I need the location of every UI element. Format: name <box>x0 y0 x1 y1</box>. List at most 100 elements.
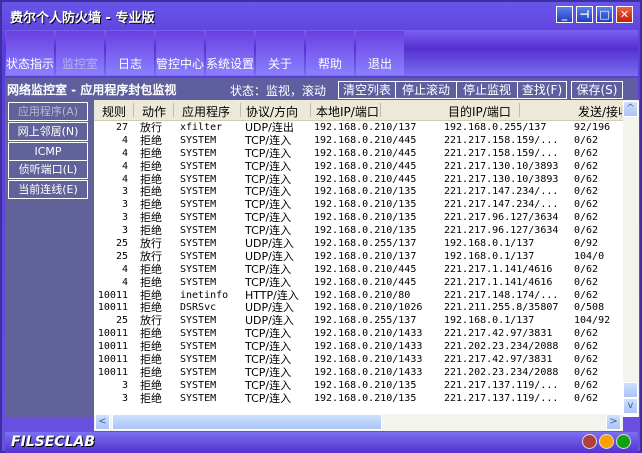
tab-7[interactable]: 退出 <box>356 31 404 75</box>
cell: 拒绝 <box>140 353 162 367</box>
scroll-down-icon[interactable]: v <box>623 398 638 414</box>
table-row[interactable]: 10011 拒绝 SYSTEM TCP/连入 192.168.0.210/1433 221… <box>94 365 623 380</box>
cell: 221.217.158.159/... <box>444 134 559 146</box>
table-row[interactable]: 25 放行 SYSTEM UDP/连入 192.168.0.210/137 192.168… <box>94 250 623 264</box>
cell: 192.168.0.210/135 <box>314 186 417 198</box>
table-row[interactable]: 10011 拒绝 SYSTEM TCP/连入 192.168.0.210/1433 221… <box>94 353 623 367</box>
left-menu-item-0[interactable]: 应用程序(A) <box>8 102 88 121</box>
column-header[interactable]: 动作 <box>142 103 166 120</box>
table-row[interactable]: 3 拒绝 SYSTEM TCP/连入 192.168.0.210/135 221.217.… <box>94 224 623 238</box>
cell: TCP/连入 <box>245 365 292 379</box>
cell: 0/62 <box>574 276 599 288</box>
cell: TCP/连入 <box>245 133 292 147</box>
cell: 221.202.23.234/2088 <box>444 341 559 353</box>
scroll-thumb[interactable] <box>623 382 638 398</box>
horizontal-scrollbar[interactable]: < > <box>94 414 623 431</box>
tab-4[interactable]: 系统设置 <box>206 31 254 75</box>
cell: UDP/连出 <box>245 122 294 134</box>
table-row[interactable]: 10011 拒绝 SYSTEM TCP/连入 192.168.0.210/1433 221… <box>94 340 623 354</box>
cell: 3 <box>121 199 128 211</box>
table-row[interactable]: 4 拒绝 SYSTEM TCP/连入 192.168.0.210/445 221.217.… <box>94 160 623 174</box>
cell: 192.168.0.210/445 <box>314 276 417 288</box>
column-header[interactable]: 发送/接收 <box>578 103 622 120</box>
column-header[interactable]: 协议/方向 <box>246 103 298 120</box>
minimize-icon[interactable]: _ <box>556 6 573 23</box>
table-row[interactable]: 4 拒绝 SYSTEM TCP/连入 192.168.0.210/445 221.217.… <box>94 133 623 148</box>
table-row[interactable]: 10011 拒绝 SYSTEM TCP/连入 192.168.0.210/1433 221… <box>94 327 623 341</box>
status-text: 状态：监视，滚动 <box>230 84 327 98</box>
cell: SYSTEM <box>180 199 217 211</box>
cell: TCP/连入 <box>245 378 292 392</box>
table-row[interactable]: 10011 拒绝 inetinfo HTTP/连入 192.168.0.210/80 22… <box>94 289 623 303</box>
column-separator[interactable] <box>173 103 174 117</box>
column-separator[interactable] <box>133 103 134 117</box>
close-icon[interactable]: ✕ <box>616 6 633 23</box>
tab-1[interactable]: 监控室 <box>56 31 104 75</box>
cell: 0/62 <box>574 134 599 146</box>
left-menu-item-2[interactable]: ICMP <box>8 142 88 161</box>
tab-2[interactable]: 日志 <box>106 31 154 75</box>
cell: SYSTEM <box>180 328 217 340</box>
maximize-icon[interactable]: □ <box>596 6 613 23</box>
cell: 拒绝 <box>140 378 162 392</box>
table-header: 规则动作应用程序协议/方向 本地IP/端口 目的IP/端口 发送/接收 <box>94 100 623 121</box>
table-row[interactable]: 3 拒绝 SYSTEM TCP/连入 192.168.0.210/135 221.217.… <box>94 392 623 406</box>
left-menu-item-3[interactable]: 侦听端口(L) <box>8 160 88 179</box>
table-row[interactable]: 4 拒绝 SYSTEM TCP/连入 192.168.0.210/445 221.217.… <box>94 147 623 161</box>
find-button[interactable]: 查找(F) <box>517 81 567 99</box>
scroll-right-icon[interactable]: > <box>606 414 621 430</box>
table-row[interactable]: 27 放行 xfilter UDP/连出 192.168.0.210/137 192.16… <box>94 122 623 135</box>
table-row[interactable]: 10011 拒绝 DSRSvc UDP/连入 192.168.0.210/1026 221… <box>94 302 623 315</box>
column-header[interactable]: 本地IP/端口 <box>316 103 379 120</box>
cell: UDP/连入 <box>245 237 294 251</box>
column-separator[interactable] <box>380 103 381 117</box>
tab-5[interactable]: 关于 <box>256 31 304 75</box>
tab-6[interactable]: 帮助 <box>306 31 354 75</box>
footer: FILSECLAB <box>5 432 638 453</box>
column-separator[interactable] <box>240 103 241 117</box>
cell: 0/62 <box>574 147 599 159</box>
cell: SYSTEM <box>180 379 217 391</box>
cell: 0/62 <box>574 366 599 378</box>
cell: 10011 <box>97 354 128 366</box>
cell: 221.217.148.174/... <box>444 289 559 301</box>
cell: 拒绝 <box>140 262 162 276</box>
column-header[interactable]: 目的IP/端口 <box>448 103 511 120</box>
table-row[interactable]: 25 放行 SYSTEM UDP/连入 192.168.0.255/137 192.168… <box>94 237 623 251</box>
table-row[interactable]: 3 拒绝 SYSTEM TCP/连入 192.168.0.210/135 221.217.… <box>94 378 623 393</box>
save-button[interactable]: 保存(S) <box>571 81 623 99</box>
column-header[interactable]: 应用程序 <box>182 103 230 120</box>
cell: SYSTEM <box>180 250 217 262</box>
cell: 221.217.96.127/3634 <box>444 212 559 224</box>
restore-icon[interactable]: ⊣ <box>576 6 593 23</box>
stop-monitor-button[interactable]: 停止监视 <box>456 81 518 99</box>
left-menu-item-1[interactable]: 网上邻居(N) <box>8 122 88 141</box>
hscroll-thumb[interactable] <box>112 414 382 430</box>
stop-scroll-button[interactable]: 停止滚动 <box>395 81 457 99</box>
clear-list-button[interactable]: 清空列表 <box>338 81 396 99</box>
cell: 拒绝 <box>140 275 162 289</box>
table-row[interactable]: 3 拒绝 SYSTEM TCP/连入 192.168.0.210/135 221.217.… <box>94 186 623 199</box>
cell: 192.168.0.210/135 <box>314 212 417 224</box>
vertical-scrollbar[interactable]: ^ v <box>623 100 639 414</box>
column-header[interactable]: 规则 <box>102 103 126 120</box>
table-row[interactable]: 4 拒绝 SYSTEM TCP/连入 192.168.0.210/445 221.217.… <box>94 262 623 277</box>
tab-0[interactable]: 状态指示 <box>6 31 54 75</box>
left-menu-item-4[interactable]: 当前连线(E) <box>8 180 88 199</box>
cell: DSRSvc <box>180 302 217 314</box>
table-row[interactable]: 3 拒绝 SYSTEM TCP/连入 192.168.0.210/135 221.217.… <box>94 198 623 212</box>
scroll-left-icon[interactable]: < <box>95 414 110 430</box>
subheader: 网络监控室 - 应用程序封包监视 状态：监视，滚动 清空列表 停止滚动 停止监视… <box>5 78 638 100</box>
table-row[interactable]: 4 拒绝 SYSTEM TCP/连入 192.168.0.210/445 221.217.… <box>94 173 623 187</box>
cell: 192.168.0.210/135 <box>314 225 417 237</box>
table-row[interactable]: 4 拒绝 SYSTEM TCP/连入 192.168.0.210/445 221.217.… <box>94 275 623 290</box>
table-row[interactable]: 25 放行 SYSTEM UDP/连入 192.168.0.255/137 192.168… <box>94 314 623 328</box>
column-separator[interactable] <box>310 103 311 117</box>
table-row[interactable]: 3 拒绝 SYSTEM TCP/连入 192.168.0.210/135 221.217.… <box>94 211 623 225</box>
column-separator[interactable] <box>519 103 520 117</box>
scroll-up-icon[interactable]: ^ <box>623 101 638 117</box>
cell: 221.217.1.141/4616 <box>444 276 553 288</box>
tab-3[interactable]: 管控中心 <box>156 31 204 75</box>
cell: 192.168.0.255/137 <box>444 122 547 133</box>
cell: 10011 <box>97 328 128 340</box>
